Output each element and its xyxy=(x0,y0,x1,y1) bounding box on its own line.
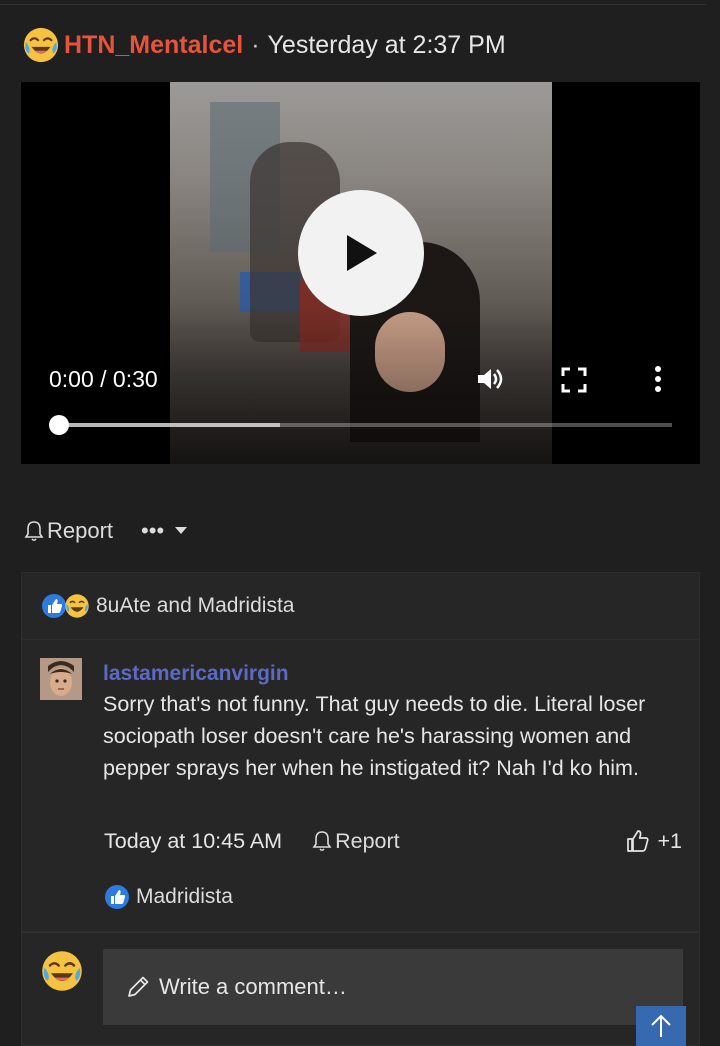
seek-buffered xyxy=(59,423,280,427)
thumbs-up-icon xyxy=(627,830,649,852)
more-dots: ••• xyxy=(141,518,165,543)
chevron-down-icon xyxy=(175,527,188,534)
bell-icon xyxy=(312,831,332,852)
more-options-icon[interactable] xyxy=(648,364,668,394)
more-menu-button[interactable]: ••• xyxy=(141,518,188,544)
report-button[interactable]: Report xyxy=(47,518,113,544)
comment-author[interactable]: lastamericanvirgin xyxy=(103,662,289,686)
comment-report-label: Report xyxy=(335,828,400,853)
comment-like-button[interactable]: +1 xyxy=(625,828,682,854)
user-avatar-image xyxy=(40,658,82,700)
fullscreen-icon[interactable] xyxy=(560,366,588,394)
post-username[interactable]: HTN_Mentalcel xyxy=(64,31,243,60)
seek-bar[interactable] xyxy=(59,423,672,427)
comment-reactions[interactable]: Madridista xyxy=(104,884,233,910)
crying-laughing-emoji-icon xyxy=(23,27,59,63)
comment-reactors-text: Madridista xyxy=(136,885,233,908)
crying-laughing-emoji-icon xyxy=(65,594,89,618)
bell-icon xyxy=(24,521,44,542)
comment-like-count: +1 xyxy=(657,828,682,853)
play-icon xyxy=(347,235,377,271)
write-comment-placeholder: Write a comment… xyxy=(159,974,347,999)
pencil-icon xyxy=(128,976,149,997)
video-time-display: 0:00 / 0:30 xyxy=(49,366,158,392)
separator-dot: · xyxy=(251,30,260,59)
seek-handle[interactable] xyxy=(49,415,69,435)
comment-report-button[interactable]: Report xyxy=(312,829,400,854)
comment-timestamp[interactable]: Today at 10:45 AM xyxy=(104,829,282,854)
post-actions: Report ••• xyxy=(24,518,188,544)
video-player[interactable]: 0:00 / 0:30 xyxy=(21,82,700,464)
comment-meta: Today at 10:45 AM Report +1 xyxy=(104,828,682,854)
like-icon xyxy=(105,885,129,909)
scroll-to-top-button[interactable] xyxy=(636,1006,686,1046)
post-header: HTN_Mentalcel · Yesterday at 2:37 PM xyxy=(22,26,506,64)
reactions-summary[interactable]: 8uAte and Madridista xyxy=(21,572,700,640)
volume-icon[interactable] xyxy=(475,364,505,394)
post-timestamp[interactable]: Yesterday at 2:37 PM xyxy=(268,31,506,60)
reactions-text[interactable]: 8uAte and Madridista xyxy=(96,594,294,618)
comment-text: Sorry that's not funny. That guy needs t… xyxy=(103,692,646,780)
comment-composer: Write a comment… xyxy=(21,932,700,1046)
write-comment-input[interactable]: Write a comment… xyxy=(103,949,683,1025)
comment: lastamericanvirgin Sorry that's not funn… xyxy=(21,640,700,932)
crying-laughing-emoji-icon xyxy=(42,951,82,991)
avatar[interactable] xyxy=(40,658,82,700)
play-button[interactable] xyxy=(298,190,424,316)
arrow-up-icon xyxy=(651,1014,671,1037)
top-divider xyxy=(0,0,706,5)
